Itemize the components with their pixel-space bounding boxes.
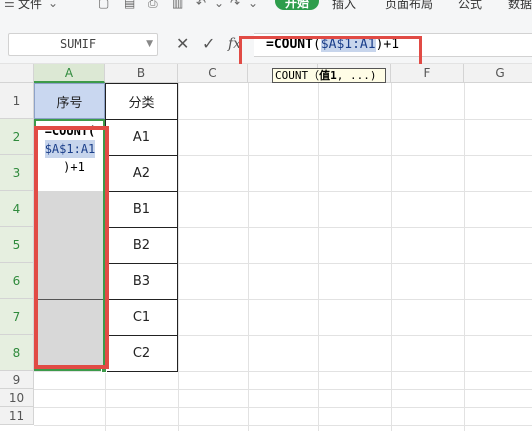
tab-insert[interactable]: 插入 <box>332 0 356 12</box>
cell-formula-tail: )+1 <box>63 160 85 174</box>
tooltip-function: COUNT <box>275 69 309 82</box>
row-header-7[interactable]: 7 <box>0 299 34 335</box>
cancel-icon[interactable]: ✕ <box>176 34 189 53</box>
gridline <box>248 83 249 431</box>
confirm-icon[interactable]: ✓ <box>202 34 215 53</box>
insert-function-icon[interactable]: fx <box>228 36 241 52</box>
cell-b1[interactable]: 分类 <box>105 83 178 120</box>
cell-formula-range-ref: $A$1:A1 <box>44 140 96 158</box>
row-header-3[interactable]: 3 <box>0 155 34 191</box>
function-argument-tooltip: COUNT（值1, ...) <box>272 68 386 83</box>
formula-text: =COUNT($A$1:A1)+1 <box>266 37 399 52</box>
row-header-8[interactable]: 8 <box>0 335 34 371</box>
menu-file[interactable]: 文件 <box>18 0 42 12</box>
cell-b5[interactable]: B2 <box>105 227 178 264</box>
chevron-down-icon[interactable]: ▼ <box>146 39 153 49</box>
formula-function: =COUNT <box>266 37 313 52</box>
column-header-f[interactable]: F <box>391 64 464 83</box>
tab-start[interactable]: 开始 <box>275 0 319 10</box>
column-header-g[interactable]: G <box>464 64 532 83</box>
row-header-5[interactable]: 5 <box>0 227 34 263</box>
cell-b7[interactable]: C1 <box>105 299 178 336</box>
select-all-corner[interactable] <box>0 64 34 83</box>
cell-b2[interactable]: A1 <box>105 119 178 156</box>
column-header-a[interactable]: A <box>34 64 105 83</box>
save-icon[interactable]: ▢ <box>98 0 109 10</box>
hamburger-menu-icon[interactable]: ☰ <box>4 0 15 10</box>
row-header-9[interactable]: 9 <box>0 371 34 389</box>
tab-page-layout[interactable]: 页面布局 <box>385 0 433 12</box>
formula-bar: SUMIF ▼ ✕ ✓ fx =COUNT($A$1:A1)+1 <box>0 14 532 70</box>
undo-dropdown-icon[interactable]: ⌄ <box>214 0 224 10</box>
tab-formulas[interactable]: 公式 <box>458 0 482 12</box>
column-header-c[interactable]: C <box>178 64 248 83</box>
row-header-10[interactable]: 10 <box>0 389 34 407</box>
print-preview-icon[interactable]: ▥ <box>172 0 183 10</box>
name-box[interactable]: SUMIF ▼ <box>8 33 158 56</box>
formula-open-paren: ( <box>312 37 321 52</box>
row-header-11[interactable]: 11 <box>0 407 34 425</box>
print-icon[interactable]: ⎙ <box>148 0 158 11</box>
cell-b4[interactable]: B1 <box>105 191 178 228</box>
cell-formula-function: =COUNT( <box>44 124 96 138</box>
row-header-6[interactable]: 6 <box>0 263 34 299</box>
tooltip-open-paren: （ <box>308 69 320 82</box>
row-header-1[interactable]: 1 <box>0 83 34 119</box>
formula-tail: +1 <box>383 37 400 52</box>
redo-icon[interactable]: ↷ <box>230 0 240 10</box>
cell-a1[interactable]: 序号 <box>34 83 105 119</box>
tab-data[interactable]: 数据 <box>508 0 532 12</box>
formula-range-ref: $A$1:A1 <box>320 37 376 52</box>
gridline <box>391 83 392 431</box>
gridline <box>464 83 465 431</box>
chevron-down-icon[interactable]: ⌄ <box>48 0 58 10</box>
gridline <box>34 425 532 426</box>
cell-b6[interactable]: B3 <box>105 263 178 300</box>
gridline <box>178 83 179 431</box>
gridline <box>34 389 532 390</box>
cell-b3[interactable]: A2 <box>105 155 178 192</box>
row-header-4[interactable]: 4 <box>0 191 34 227</box>
cell-a7-merged[interactable] <box>36 299 104 370</box>
tooltip-rest: , ...) <box>336 69 377 82</box>
cell-a2-editing[interactable]: =COUNT( $A$1:A1 )+1 <box>36 120 104 190</box>
fill-handle[interactable] <box>101 367 107 373</box>
cell-b8[interactable]: C2 <box>105 335 178 372</box>
formula-input[interactable]: =COUNT($A$1:A1)+1 <box>254 33 532 57</box>
gridline <box>318 83 319 431</box>
gridline <box>34 407 532 408</box>
row-header-2[interactable]: 2 <box>0 119 34 155</box>
undo-icon[interactable]: ↶ <box>196 0 206 10</box>
more-chevron-icon[interactable]: ⌄ <box>248 0 258 10</box>
spreadsheet-grid[interactable]: A B C D E F G 1 2 3 4 5 6 7 8 9 10 11 序号… <box>0 64 532 431</box>
cell-a4-merged[interactable] <box>36 191 104 299</box>
column-header-b[interactable]: B <box>105 64 178 83</box>
tooltip-current-argument: 值1 <box>319 69 337 82</box>
ribbon-menu-bar: ☰ 文件 ⌄ ▢ ▤ ⎙ ▥ ↶ ⌄ ↷ ⌄ 开始 插入 页面布局 公式 数据 <box>0 0 532 14</box>
open-icon[interactable]: ▤ <box>124 0 135 10</box>
name-box-value: SUMIF <box>59 37 97 51</box>
